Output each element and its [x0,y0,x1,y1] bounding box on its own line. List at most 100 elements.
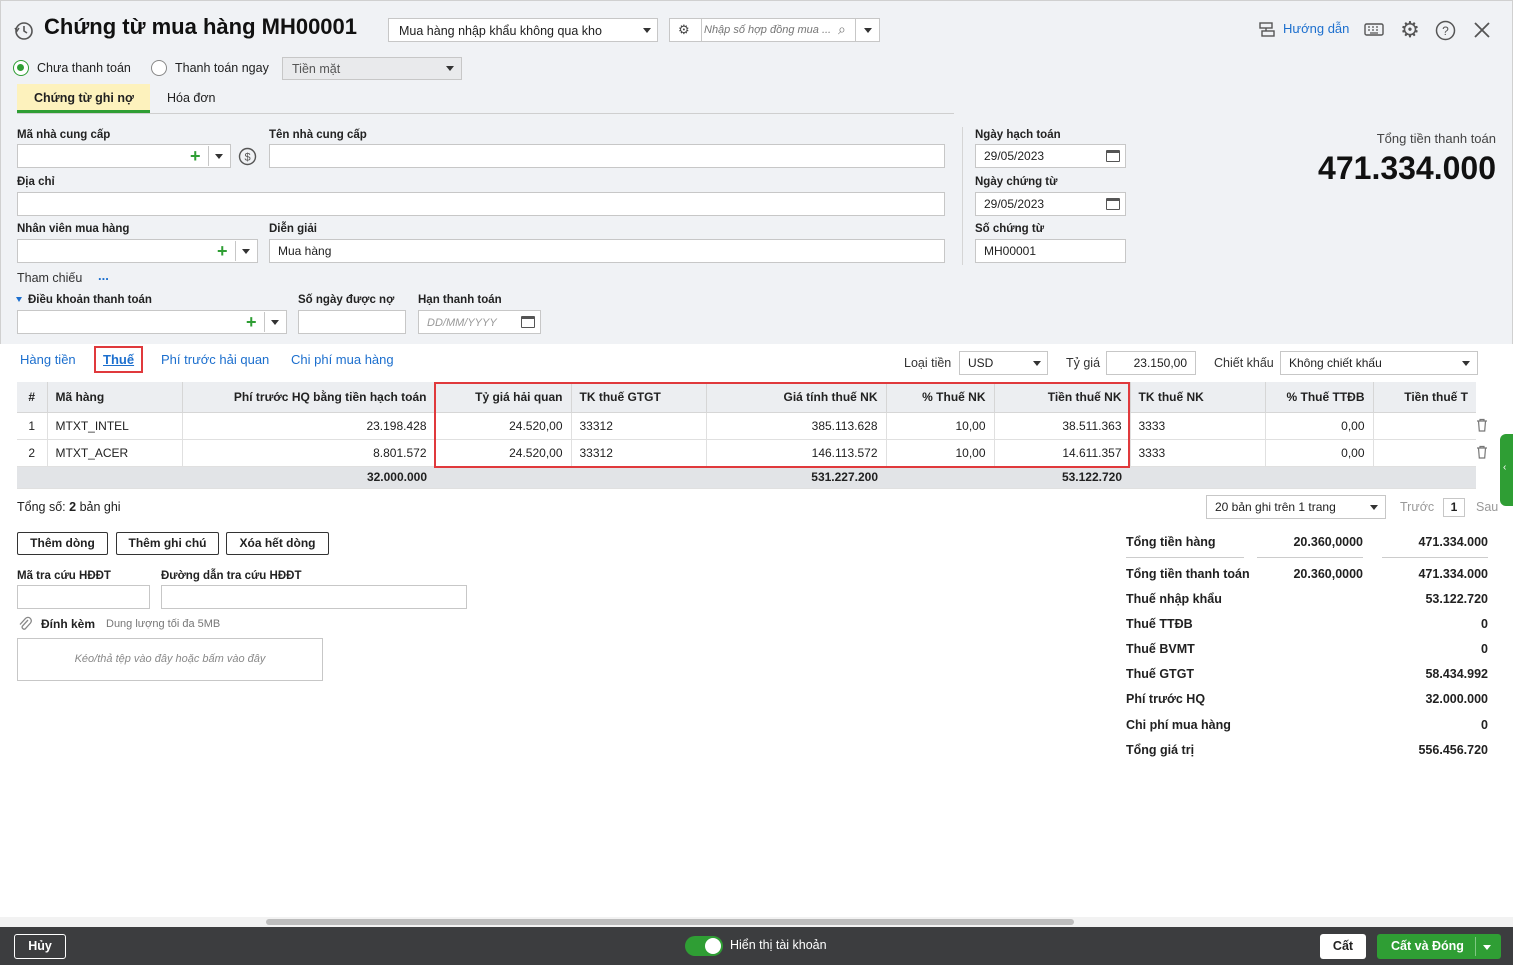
divider [1382,557,1488,558]
scrollbar-thumb[interactable] [266,919,1074,925]
supplier-name-label: Tên nhà cung cấp [269,129,367,141]
summary-value: 0 [1481,642,1488,656]
settings-icon[interactable]: ⚙ [1398,17,1422,42]
divider [962,127,963,265]
contract-input[interactable] [704,21,834,39]
horizontal-scrollbar[interactable] [0,917,1513,927]
reference-more-link[interactable]: ... [98,268,109,283]
voucher-date-field[interactable]: 29/05/2023 [975,192,1126,216]
chevron-down-icon[interactable] [242,249,250,254]
search-icon[interactable]: ⌕ [838,21,846,38]
tab-purchase-cost[interactable]: Chi phí mua hàng [291,352,394,367]
item-code-cell[interactable]: MTXT_INTEL [47,412,183,440]
currency-icon[interactable]: $ [237,146,257,166]
tab-debit-voucher[interactable]: Chứng từ ghi nợ [17,84,150,113]
add-row-button[interactable]: Thêm dòng [17,532,108,555]
trash-icon[interactable] [1474,444,1490,460]
divider [1257,557,1363,558]
total-cell [17,466,47,489]
close-icon[interactable] [1470,18,1494,42]
add-icon[interactable]: + [217,241,228,261]
page-number[interactable]: 1 [1443,498,1465,517]
voucher-no-field[interactable]: MH00001 [975,239,1126,263]
col-header[interactable]: Tiền thuế T [1373,382,1476,413]
add-icon[interactable]: + [246,312,257,332]
trash-icon[interactable] [1474,417,1490,433]
col-header[interactable]: Mã hàng [47,382,183,413]
discount-select[interactable]: Không chiết khấu [1280,351,1478,375]
total-label: Tổng tiền thanh toán [1376,131,1496,146]
chevron-down-icon[interactable] [215,154,223,159]
discount-label: Chiết khấu [1214,356,1274,370]
help-icon[interactable]: ? [1433,18,1457,42]
chevron-down-icon [1462,361,1470,366]
excise-pct-cell[interactable]: 0,00 [1265,412,1374,440]
rate-field[interactable]: 23.150,00 [1106,351,1196,375]
radio-unpaid[interactable] [13,60,29,76]
record-count-suffix: bản ghi [79,500,121,514]
help-link[interactable]: Hướng dẫn [1283,21,1349,36]
save-button[interactable]: Cất [1320,934,1366,959]
expand-icon[interactable] [16,297,22,302]
summary-label: Chi phí mua hàng [1126,718,1231,732]
footer-bar: Hủy Hiển thị tài khoản Cất Cất và Đóng [0,927,1513,965]
summary-row: Thuế TTĐB 0 [1126,617,1488,637]
save-close-button[interactable]: Cất và Đóng [1377,934,1501,959]
summary-value: 471.334.000 [1418,535,1488,549]
summary-label: Thuế BVMT [1126,642,1195,656]
voucher-type-value: Mua hàng nhập khẩu không qua kho [399,24,602,38]
pre-customs-fee-cell[interactable]: 23.198.428 [182,412,436,440]
posting-date-field[interactable]: 29/05/2023 [975,144,1126,168]
attach-dropzone[interactable]: Kéo/thả tệp vào đây hoặc bấm vào đây [17,638,323,681]
keyboard-icon[interactable] [1363,19,1385,41]
summary-value: 58.434.992 [1425,667,1488,681]
calendar-icon[interactable] [1106,198,1120,210]
chevron-down-icon[interactable] [1483,945,1491,950]
delete-all-button[interactable]: Xóa hết dòng [226,532,329,555]
import-tax-account-cell[interactable]: 3333 [1130,439,1266,467]
page-size-select[interactable]: 20 bản ghi trên 1 trang [1206,495,1386,519]
add-icon[interactable]: + [190,146,201,166]
calendar-icon[interactable] [1106,150,1120,162]
summary-row: Thuế BVMT 0 [1126,642,1488,662]
svg-text:$: $ [244,151,250,163]
history-icon[interactable] [12,19,36,43]
radio-paid-now[interactable] [151,60,167,76]
add-note-button[interactable]: Thêm ghi chú [116,532,219,555]
prev-page-button[interactable]: Trước [1400,500,1434,514]
item-code-cell[interactable]: MTXT_ACER [47,439,183,467]
voucher-type-select[interactable]: Mua hàng nhập khẩu không qua kho [388,18,658,42]
lookup-url-field[interactable] [161,585,467,609]
gear-icon[interactable]: ⚙ [678,22,690,38]
supplier-name-field[interactable] [269,144,945,168]
excise-pct-cell[interactable]: 0,00 [1265,439,1374,467]
side-panel-toggle[interactable]: ‹ [1500,434,1513,506]
lookup-code-field[interactable] [17,585,150,609]
summary-label: Tổng tiền thanh toán [1126,567,1250,581]
tab-pre-customs-fee[interactable]: Phí trước hải quan [161,352,269,367]
payment-method-value: Tiền mặt [292,62,341,76]
guide-icon[interactable] [1256,19,1278,41]
chevron-down-icon[interactable] [864,28,872,33]
summary-label: Thuế TTĐB [1126,617,1193,631]
pre-customs-fee-cell[interactable]: 8.801.572 [182,439,436,467]
excise-amount-cell[interactable] [1373,439,1476,467]
excise-amount-cell[interactable] [1373,412,1476,440]
total-pre-customs-fee: 32.000.000 [182,466,435,489]
summary-fc-value: 20.360,0000 [1293,567,1363,581]
col-header[interactable]: % Thuế TTĐB [1265,382,1374,413]
address-field[interactable] [17,192,945,216]
summary-value: 0 [1481,718,1488,732]
tab-goods[interactable]: Hàng tiền [20,352,76,367]
calendar-icon[interactable] [521,316,535,328]
tab-invoice[interactable]: Hóa đơn [167,91,216,105]
cancel-button[interactable]: Hủy [14,934,66,959]
import-tax-account-cell[interactable]: 3333 [1130,412,1266,440]
col-header[interactable]: TK thuế NK [1130,382,1266,413]
show-accounts-toggle[interactable] [685,936,723,956]
description-field[interactable]: Mua hàng [269,239,945,263]
chevron-down-icon[interactable] [271,320,279,325]
col-header[interactable]: Phí trước HQ bằng tiền hạch toán [182,382,436,413]
credit-days-field[interactable] [298,310,406,334]
next-page-button[interactable]: Sau [1476,500,1498,514]
